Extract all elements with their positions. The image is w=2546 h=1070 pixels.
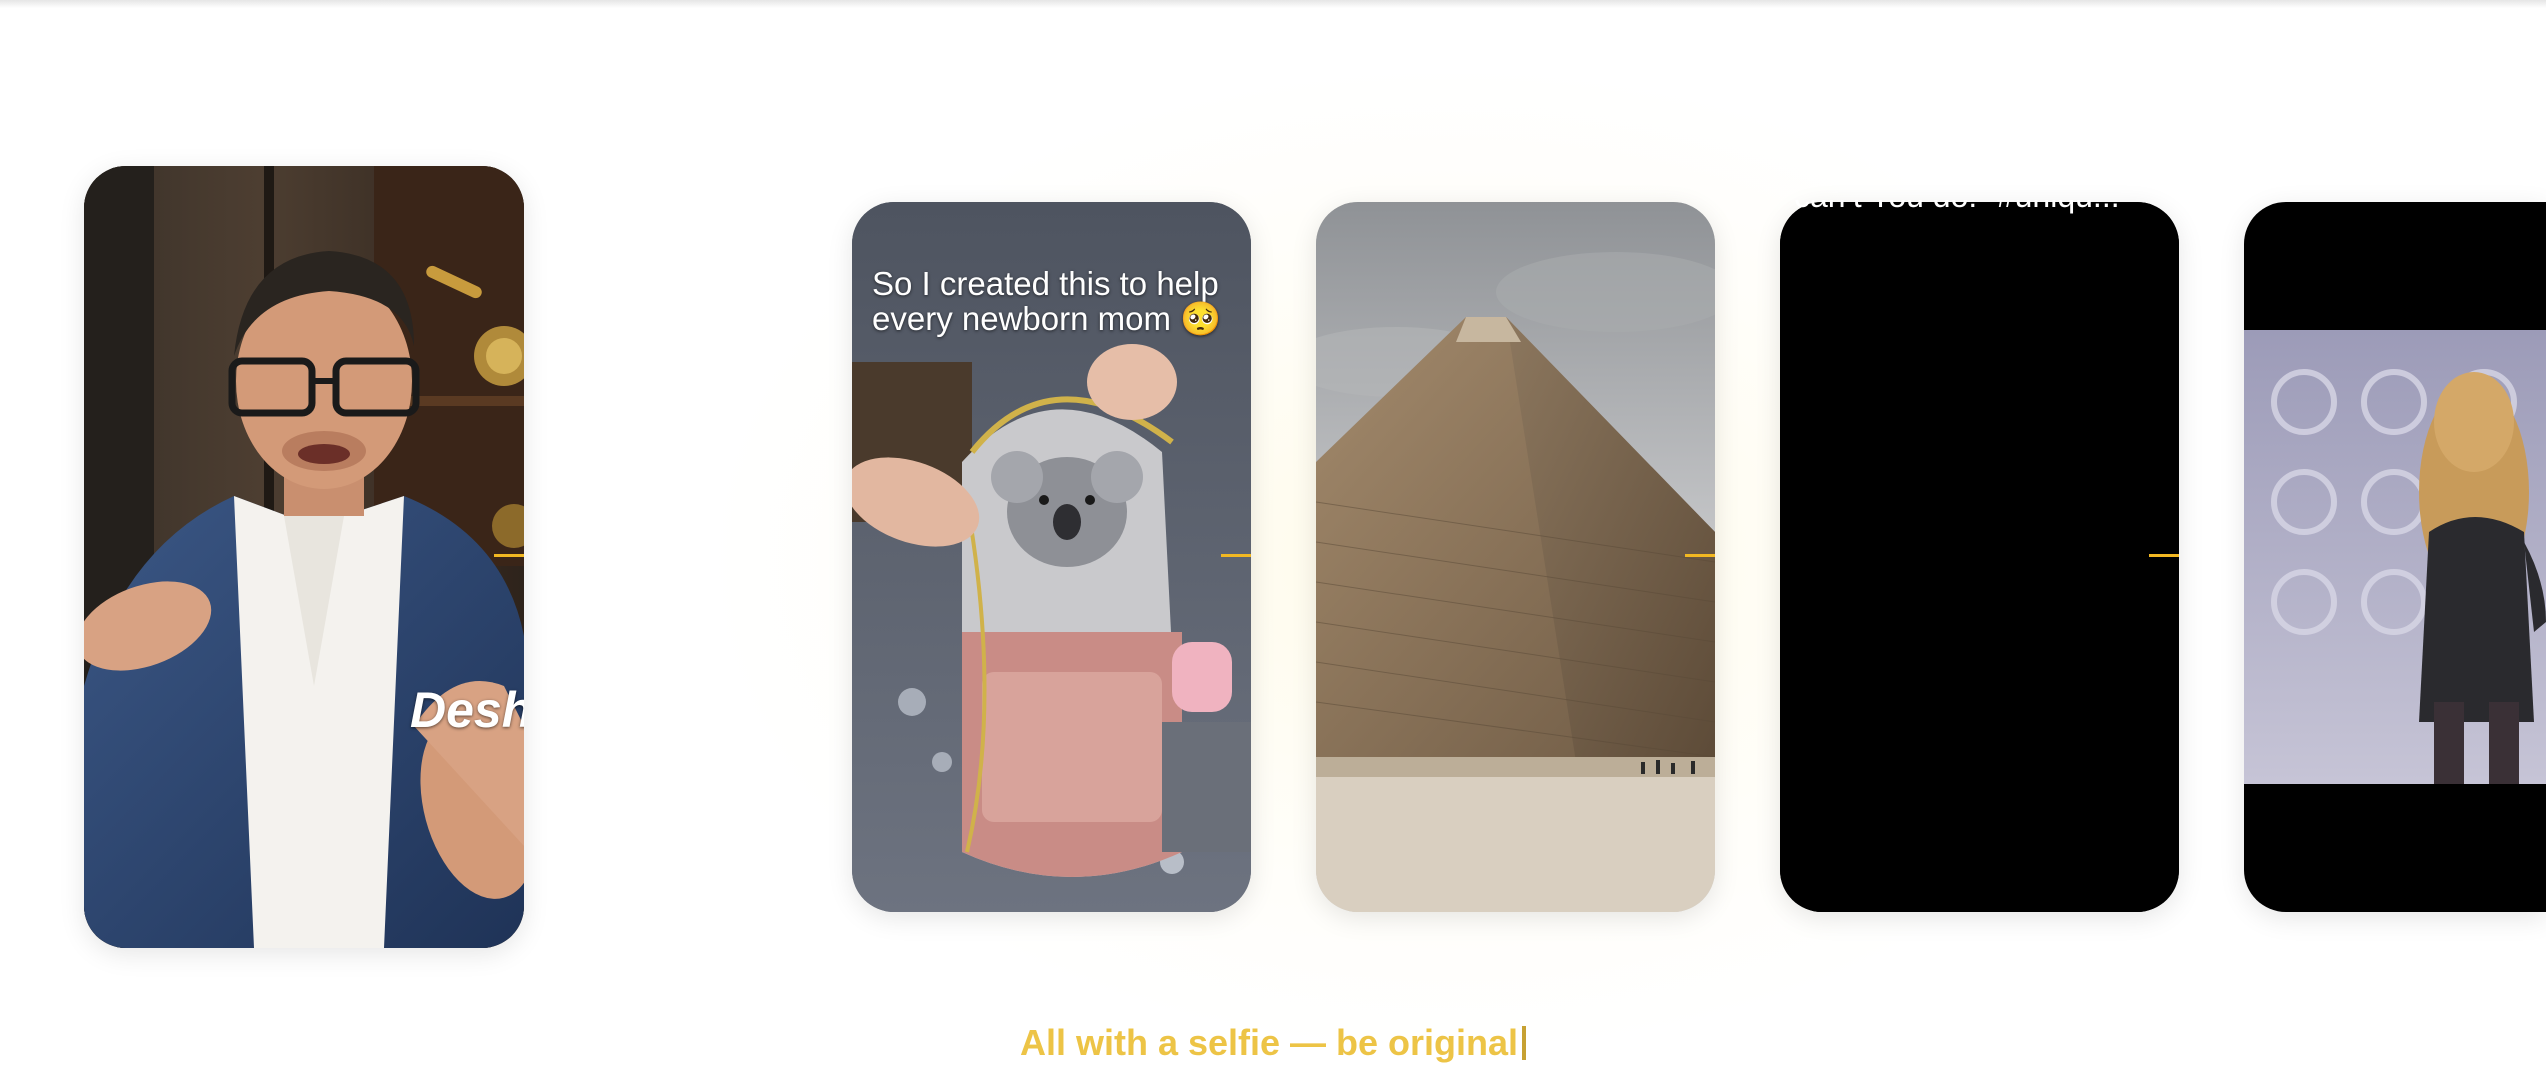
card-marker (2149, 554, 2179, 557)
video-card-dancer[interactable] (2244, 202, 2546, 912)
tagline: All with a selfie — be original (0, 1022, 2546, 1064)
presenter-thumbnail (84, 166, 524, 948)
video-card-diaper-bag[interactable]: So I created this to help every newborn … (852, 202, 1251, 912)
pyramid-thumbnail (1316, 202, 1715, 912)
typing-cursor (1522, 1026, 1527, 1060)
diaper-caption-line-1: So I created this to help (872, 265, 1219, 302)
diaper-caption: So I created this to help every newborn … (872, 266, 1221, 336)
black-video-caption: can’t You do!” #uniqu... (1794, 178, 2120, 214)
presenter-overlay-text: Desh (410, 682, 524, 738)
card-marker (1221, 554, 1251, 557)
tagline-text: All with a selfie — be original (1019, 1022, 1519, 1063)
card-marker (494, 554, 524, 557)
card-marker (1685, 554, 1715, 557)
video-card-black[interactable]: can’t You do!” #uniqu... (1780, 200, 2179, 912)
video-card-presenter[interactable]: Desh (84, 166, 524, 948)
diaper-caption-line-2: every newborn mom 🥺 (872, 300, 1222, 337)
video-card-pyramid[interactable] (1316, 202, 1715, 912)
dancer-thumbnail (2244, 330, 2546, 784)
top-divider (0, 0, 2546, 8)
